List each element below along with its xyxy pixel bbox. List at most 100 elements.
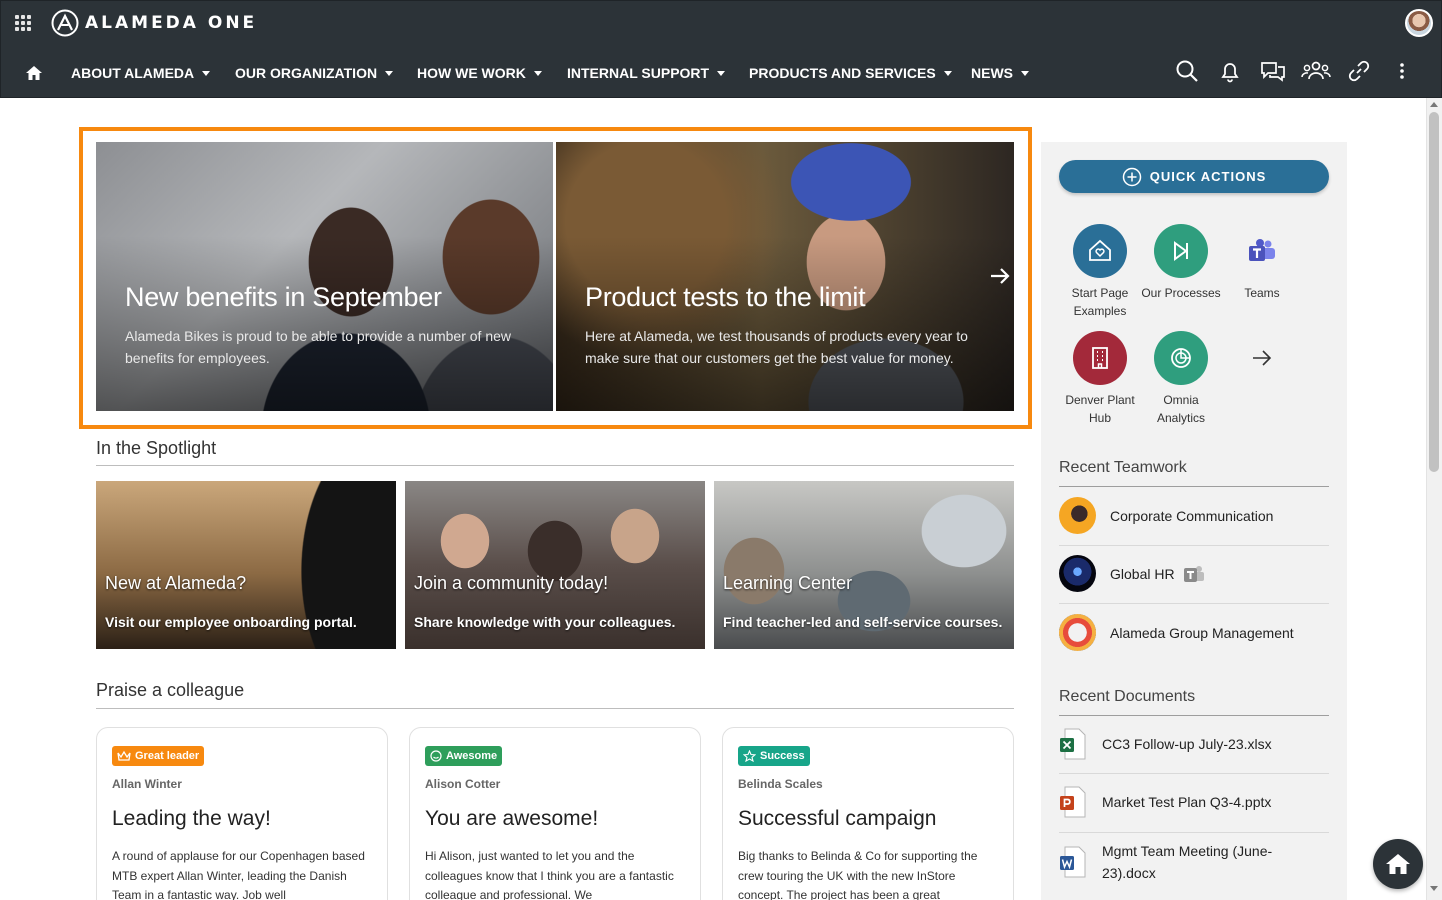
bell-icon[interactable] [1208, 57, 1251, 85]
spotlight-title: Learning Center [723, 573, 853, 593]
quick-action-label: Omnia Analytics [1156, 393, 1206, 425]
nav-label: NEWS [971, 65, 1013, 81]
badge-label: Awesome [446, 750, 498, 762]
nav-internal-support[interactable]: INTERNAL SUPPORT [567, 65, 726, 81]
praise-title: Successful campaign [738, 807, 937, 830]
floating-home-button[interactable] [1373, 839, 1423, 889]
play-step-icon [1154, 224, 1208, 278]
top-bar: ALAMEDA ONE ABOUT ALAMEDA OUR ORGANIZATI… [0, 0, 1442, 98]
praise-card[interactable]: Awesome Alison Cotter You are awesome! H… [409, 727, 701, 900]
teamwork-label: Alameda Group Management [1110, 624, 1294, 641]
praise-badge: Success [738, 746, 810, 766]
document-label: Mgmt Team Meeting (June-23).docx [1102, 843, 1273, 881]
divider [1059, 545, 1329, 546]
scroll-down-arrow-icon[interactable] [1430, 886, 1438, 891]
teamwork-item[interactable]: Alameda Group Management [1059, 614, 1294, 651]
chat-icon[interactable] [1251, 57, 1294, 85]
praise-card[interactable]: Great leader Allan Winter Leading the wa… [96, 727, 388, 900]
badge-label: Success [760, 750, 805, 762]
divider [1059, 603, 1329, 604]
quick-action-teams[interactable]: Teams [1220, 224, 1304, 302]
nav-news[interactable]: NEWS [971, 65, 1029, 81]
nav-how-we-work[interactable]: HOW WE WORK [417, 65, 542, 81]
quick-actions-more-button[interactable] [1248, 344, 1276, 372]
nav-about-alameda[interactable]: ABOUT ALAMEDA [71, 65, 211, 81]
arrow-right-icon [991, 268, 1010, 284]
spotlight-subtitle: Share knowledge with your colleagues. [414, 614, 676, 630]
teamwork-item[interactable]: Global HR [1059, 555, 1205, 592]
teams-icon [1235, 224, 1289, 278]
alameda-logo-icon [51, 9, 79, 37]
spotlight-card-community[interactable]: Join a community today! Share knowledge … [405, 481, 705, 649]
caret-down-icon [943, 70, 952, 76]
nav-label: INTERNAL SUPPORT [567, 65, 710, 81]
caret-down-icon [202, 70, 211, 76]
quick-actions-button[interactable]: QUICK ACTIONS [1059, 160, 1329, 193]
slide-text: Alameda Bikes is proud to be able to pro… [125, 328, 512, 366]
star-icon [743, 750, 756, 762]
building-icon [1073, 331, 1127, 385]
section-title-spotlight: In the Spotlight [96, 438, 217, 458]
brand-logo[interactable]: ALAMEDA ONE [51, 9, 257, 37]
link-icon[interactable] [1337, 57, 1380, 85]
divider [96, 708, 1014, 709]
teamwork-label: Global HR [1110, 565, 1175, 582]
quick-action-label: Our Processes [1141, 286, 1221, 300]
section-title-praise: Praise a colleague [96, 680, 245, 700]
document-label: Market Test Plan Q3-4.pptx [1102, 794, 1272, 810]
powerpoint-file-icon [1060, 786, 1086, 818]
badge-label: Great leader [135, 750, 200, 762]
praise-badge: Great leader [112, 746, 205, 766]
quick-action-denver-plant-hub[interactable]: Denver Plant Hub [1058, 331, 1142, 427]
divider [1059, 486, 1329, 487]
quick-action-omnia-analytics[interactable]: Omnia Analytics [1139, 331, 1223, 427]
more-vertical-icon[interactable] [1380, 57, 1423, 85]
team-avatar [1059, 614, 1096, 651]
praise-title: Leading the way! [112, 807, 271, 830]
scrollbar-thumb[interactable] [1429, 112, 1439, 472]
quick-action-label: Start Page Examples [1071, 286, 1129, 318]
spotlight-card-learning[interactable]: Learning Center Find teacher-led and sel… [714, 481, 1014, 649]
praise-card[interactable]: Success Belinda Scales Successful campai… [722, 727, 1014, 900]
hero-slide-benefits[interactable]: New benefits in September Alameda Bikes … [96, 142, 553, 411]
quick-action-our-processes[interactable]: Our Processes [1139, 224, 1223, 302]
quick-action-start-page-examples[interactable]: Start Page Examples [1058, 224, 1142, 320]
divider [1059, 715, 1329, 716]
carousel-next-button[interactable] [985, 261, 1015, 291]
nav-label: PRODUCTS AND SERVICES [749, 65, 936, 81]
search-icon[interactable] [1165, 57, 1208, 85]
crown-icon [117, 750, 131, 761]
home-icon[interactable] [25, 64, 43, 82]
recent-documents-title: Recent Documents [1059, 688, 1196, 705]
analytics-icon [1154, 331, 1208, 385]
team-avatar [1059, 497, 1096, 534]
document-item[interactable]: Market Test Plan Q3-4.pptx [1059, 786, 1302, 818]
nav-our-organization[interactable]: OUR ORGANIZATION [235, 65, 394, 81]
spotlight-subtitle: Visit our employee onboarding portal. [105, 614, 357, 630]
teamwork-item[interactable]: Corporate Communication [1059, 497, 1273, 534]
document-item[interactable]: CC3 Follow-up July-23.xlsx [1059, 728, 1302, 760]
people-icon[interactable] [1294, 57, 1337, 85]
divider [96, 465, 1014, 466]
slide-title: Product tests to the limit [585, 282, 866, 312]
team-avatar [1059, 555, 1096, 592]
arrow-right-icon [1253, 350, 1272, 366]
spotlight-title: Join a community today! [414, 573, 609, 593]
spotlight-title: New at Alameda? [105, 573, 247, 593]
nav-products-and-services[interactable]: PRODUCTS AND SERVICES [749, 65, 952, 81]
word-file-icon [1060, 846, 1086, 878]
slide-shade [556, 142, 1014, 411]
home-icon [1386, 854, 1410, 874]
user-avatar[interactable] [1405, 9, 1433, 37]
document-item[interactable]: Mgmt Team Meeting (June-23).docx [1059, 840, 1302, 884]
app-launcher-icon[interactable] [15, 15, 31, 31]
praise-badge: Awesome [425, 746, 503, 766]
hero-slide-product-tests[interactable]: Product tests to the limit Here at Alame… [556, 142, 1014, 411]
smile-icon [430, 750, 442, 762]
quick-action-label: Teams [1244, 286, 1280, 300]
praise-body: A round of applause for our Copenhagen b… [112, 849, 365, 900]
spotlight-card-onboarding[interactable]: New at Alameda? Visit our employee onboa… [96, 481, 396, 649]
scroll-up-arrow-icon[interactable] [1430, 102, 1438, 107]
slide-title: New benefits in September [125, 282, 442, 312]
document-label: CC3 Follow-up July-23.xlsx [1102, 736, 1272, 752]
